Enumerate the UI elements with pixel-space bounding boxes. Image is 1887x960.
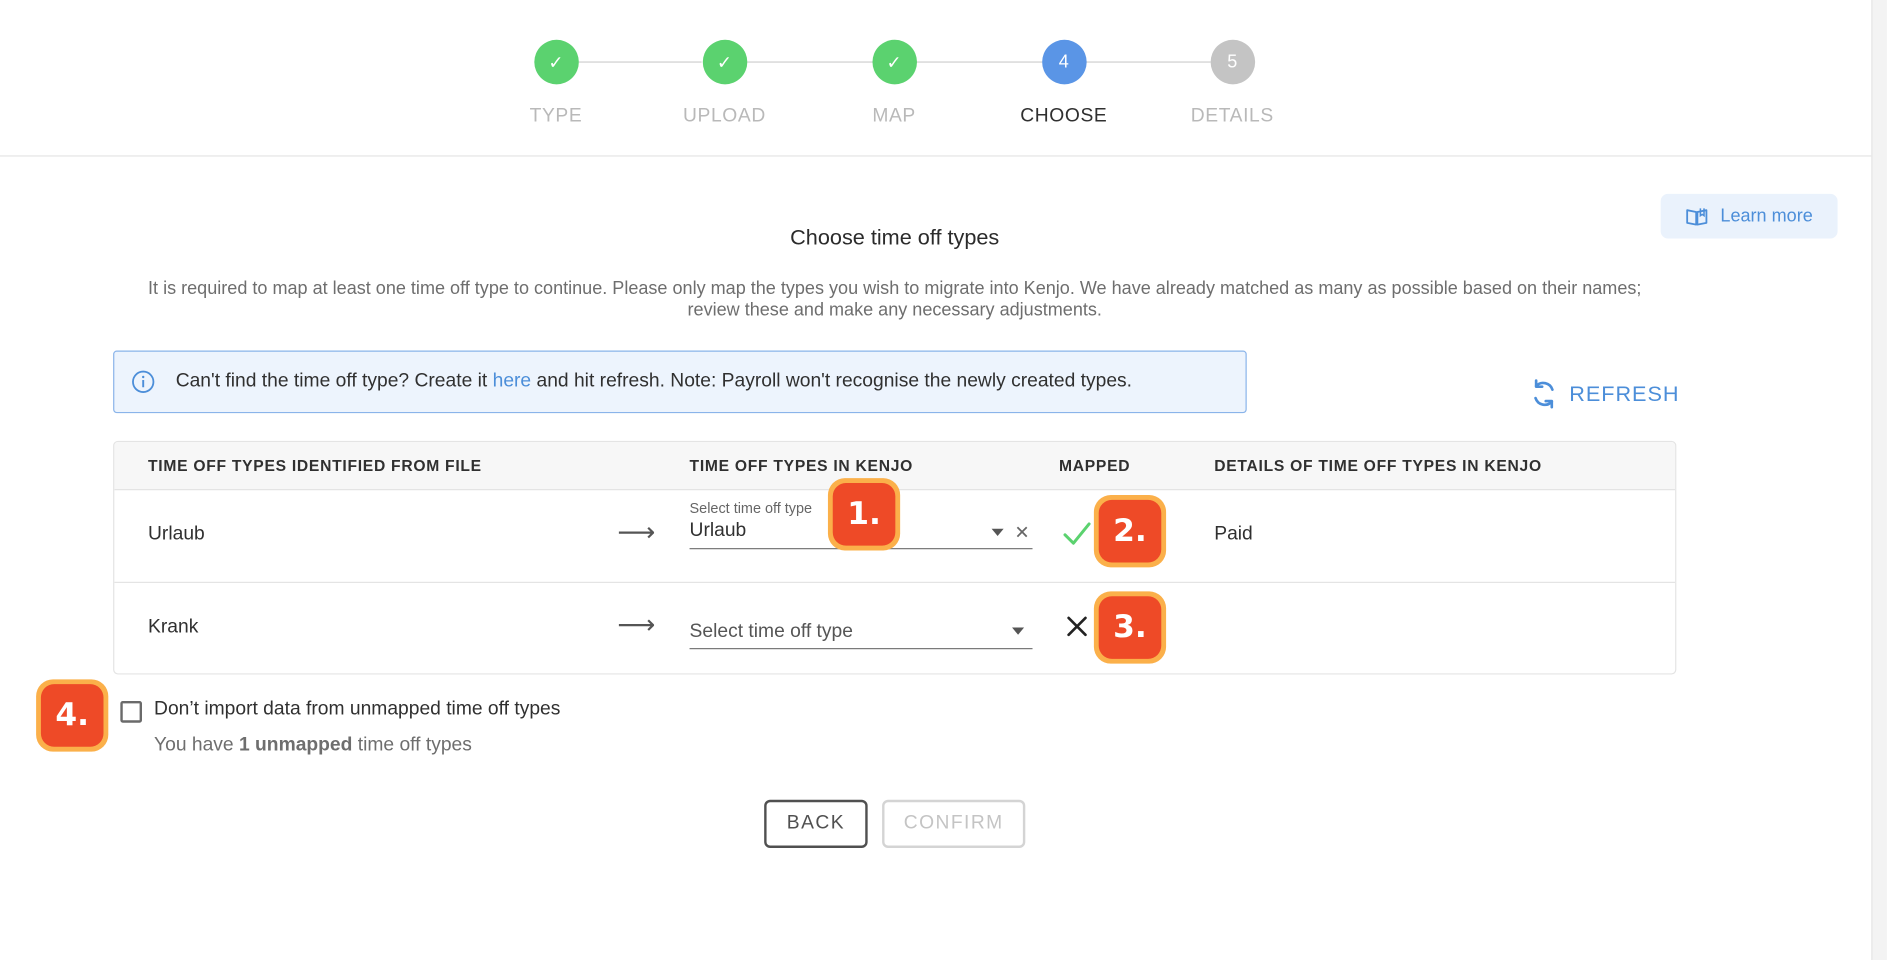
refresh-label: REFRESH	[1569, 381, 1680, 406]
step-number: 4	[1041, 39, 1087, 85]
chevron-down-icon[interactable]	[1012, 627, 1025, 635]
step-check-icon: ✓	[533, 39, 579, 85]
table-row: Krank ⟶ Select time off type	[114, 583, 1675, 673]
callout-badge-4: 4.	[36, 679, 109, 752]
unmapped-x-icon	[1067, 616, 1087, 637]
skip-unmapped-checkbox[interactable]	[120, 701, 143, 723]
source-type: Krank	[148, 616, 199, 638]
mapping-table: TIME OFF TYPES IDENTIFIED FROM FILE TIME…	[113, 440, 1677, 675]
refresh-icon	[1534, 379, 1554, 409]
callout-badge-2: 2.	[1093, 495, 1167, 568]
mapped-check-icon	[1063, 522, 1091, 545]
confirm-button[interactable]: CONFIRM	[882, 799, 1026, 848]
info-icon	[132, 370, 155, 393]
select-value: Urlaub	[689, 520, 747, 541]
step-map: ✓ MAP	[822, 39, 966, 128]
details-value: Paid	[1214, 523, 1253, 545]
step-details: 5 DETAILS	[1160, 39, 1304, 128]
select-label: Select time off type	[689, 499, 813, 517]
vertical-scrollbar[interactable]	[1871, 0, 1887, 960]
step-label: UPLOAD	[683, 105, 766, 127]
wizard-stepper: ✓ TYPE ✓ UPLOAD ✓ MAP 4 CHOOSE 5 DETAILS	[0, 0, 1872, 157]
refresh-button[interactable]: REFRESH	[1530, 378, 1680, 409]
page-description: It is required to map at least one time …	[148, 278, 1642, 321]
header-in-kenjo: TIME OFF TYPES IN KENJO	[689, 456, 914, 475]
page-title: Choose time off types	[790, 225, 1000, 250]
step-choose: 4 CHOOSE	[992, 39, 1136, 128]
select-placeholder: Select time off type	[689, 621, 853, 642]
step-label: MAP	[872, 105, 916, 127]
info-banner: Can't find the time off type? Create it …	[113, 350, 1247, 414]
create-here-link[interactable]: here	[493, 371, 532, 391]
clear-icon[interactable]: ✕	[1014, 522, 1029, 543]
chevron-down-icon[interactable]	[991, 528, 1004, 537]
info-text: Can't find the time off type? Create it …	[175, 370, 1133, 392]
source-type: Urlaub	[148, 523, 205, 545]
step-label: TYPE	[529, 105, 583, 127]
step-label: DETAILS	[1190, 105, 1274, 127]
step-check-icon: ✓	[871, 39, 917, 85]
step-number: 5	[1210, 39, 1255, 85]
header-details: DETAILS OF TIME OFF TYPES IN KENJO	[1214, 456, 1542, 475]
time-off-type-select[interactable]: Select time off type	[689, 606, 1033, 650]
step-check-icon: ✓	[702, 39, 747, 85]
skip-unmapped-label[interactable]: Don’t import data from unmapped time off…	[154, 699, 560, 721]
import-wizard-page: ✓ TYPE ✓ UPLOAD ✓ MAP 4 CHOOSE 5 DETAILS…	[0, 0, 1887, 960]
unmapped-count: 1 unmapped	[238, 734, 353, 756]
book-icon	[1685, 207, 1707, 225]
step-upload: ✓ UPLOAD	[652, 39, 796, 128]
step-type: ✓ TYPE	[484, 39, 628, 128]
back-button[interactable]: BACK	[764, 799, 868, 848]
arrow-right-icon: ⟶	[617, 516, 656, 547]
unmapped-count-note: You have 1 unmapped time off types	[154, 734, 472, 756]
header-from-file: TIME OFF TYPES IDENTIFIED FROM FILE	[148, 456, 482, 475]
callout-badge-3: 3.	[1093, 591, 1167, 664]
header-mapped: MAPPED	[1058, 456, 1131, 475]
callout-badge-1: 1.	[827, 478, 901, 551]
step-label: CHOOSE	[1020, 105, 1108, 127]
arrow-right-icon: ⟶	[617, 609, 656, 640]
learn-more-label: Learn more	[1720, 205, 1813, 227]
